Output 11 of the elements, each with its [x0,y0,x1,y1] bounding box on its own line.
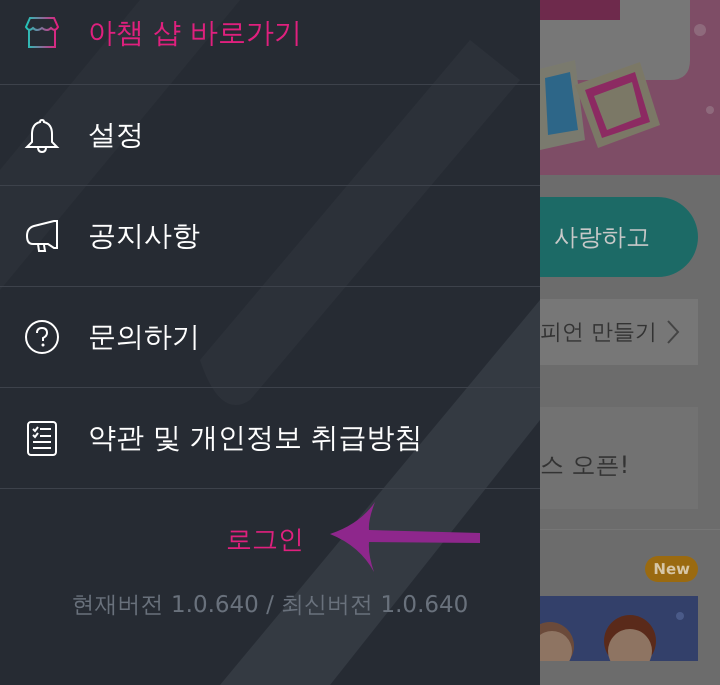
bell-icon [24,117,60,153]
help-icon [24,319,60,355]
new-badge: New [645,556,698,582]
pill-button[interactable]: 사랑하고 [540,197,698,277]
megaphone-icon [24,218,60,254]
chevron-right-icon [666,319,680,345]
checklist-icon [24,420,60,456]
version-text: 현재버전 1.0.640 / 최신버전 1.0.640 [70,591,470,620]
notice-card: 스 오픈! [540,407,698,509]
storefront-icon [24,15,60,51]
menu-item[interactable]: 약관 및 개인정보 취급방침 [0,388,540,489]
